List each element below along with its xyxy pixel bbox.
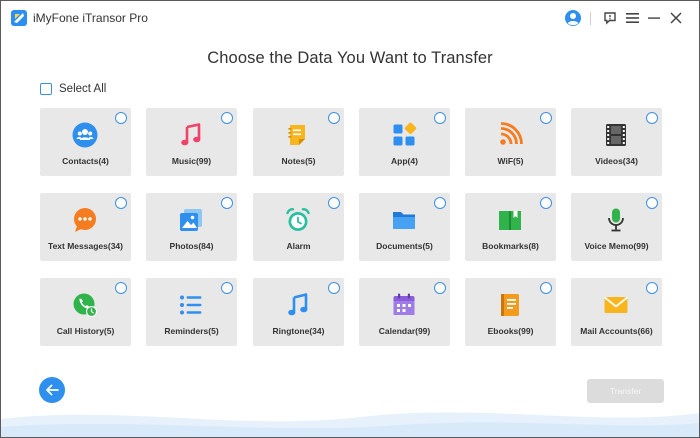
tile-radio[interactable] <box>328 282 340 294</box>
tile-label: Mail Accounts(66) <box>580 326 653 336</box>
tile-radio[interactable] <box>115 282 127 294</box>
menu-icon[interactable] <box>622 8 642 28</box>
tile-label: Ringtone(34) <box>272 326 325 336</box>
back-button[interactable] <box>39 377 65 403</box>
tile-mail-accounts[interactable]: Mail Accounts(66) <box>571 278 662 346</box>
app-logo-icon <box>11 10 27 26</box>
tile-radio[interactable] <box>434 197 446 209</box>
alarm-icon <box>285 207 311 233</box>
tile-notes[interactable]: Notes(5) <box>253 108 344 176</box>
tile-calendar[interactable]: Calendar(99) <box>359 278 450 346</box>
tile-alarm[interactable]: Alarm <box>253 193 344 261</box>
select-all-checkbox[interactable]: Select All <box>40 83 106 95</box>
ebooks-icon <box>497 292 523 318</box>
tile-documents[interactable]: Documents(5) <box>359 193 450 261</box>
tile-label: Text Messages(34) <box>48 241 123 251</box>
tile-radio[interactable] <box>540 282 552 294</box>
ringtone-icon <box>285 292 311 318</box>
photos-icon <box>178 207 204 233</box>
tile-text-messages[interactable]: Text Messages(34) <box>40 193 131 261</box>
voice-memo-icon <box>603 207 629 233</box>
feedback-icon[interactable] <box>600 8 620 28</box>
tile-app[interactable]: App(4) <box>359 108 450 176</box>
page-title: Choose the Data You Want to Transfer <box>207 49 493 67</box>
tile-radio[interactable] <box>115 112 127 124</box>
transfer-button[interactable]: Transfer <box>587 379 664 403</box>
tile-call-history[interactable]: Call History(5) <box>40 278 131 346</box>
tile-label: Notes(5) <box>281 156 316 166</box>
bookmarks-icon <box>497 207 523 233</box>
calendar-icon <box>391 292 417 318</box>
reminders-icon <box>178 292 204 318</box>
select-all-label: Select All <box>59 83 107 95</box>
tile-radio[interactable] <box>540 112 552 124</box>
tile-label: Bookmarks(8) <box>482 241 539 251</box>
music-icon <box>178 122 204 148</box>
tile-radio[interactable] <box>646 197 658 209</box>
tile-label: Music(99) <box>171 156 212 166</box>
tile-label: App(4) <box>391 156 418 166</box>
tile-contacts[interactable]: Contacts(4) <box>40 108 131 176</box>
tile-label: Reminders(5) <box>164 326 219 336</box>
tile-ebooks[interactable]: Ebooks(99) <box>465 278 556 346</box>
tile-photos[interactable]: Photos(84) <box>146 193 237 261</box>
tile-radio[interactable] <box>221 282 233 294</box>
wifi-icon <box>497 122 523 148</box>
tile-voice-memo[interactable]: Voice Memo(99) <box>571 193 662 261</box>
tile-label: Call History(5) <box>56 326 115 336</box>
tile-radio[interactable] <box>221 197 233 209</box>
tile-label: Voice Memo(99) <box>584 241 649 251</box>
app-icon <box>391 122 417 148</box>
contacts-icon <box>72 122 98 148</box>
notes-icon <box>285 122 311 148</box>
arrow-left-icon <box>46 384 59 396</box>
tile-radio[interactable] <box>328 197 340 209</box>
tile-label: Videos(34) <box>595 156 638 166</box>
tile-reminders[interactable]: Reminders(5) <box>146 278 237 346</box>
tile-radio[interactable] <box>328 112 340 124</box>
close-icon[interactable] <box>666 8 686 28</box>
window-title: iMyFone iTransor Pro <box>33 11 148 25</box>
tile-bookmarks[interactable]: Bookmarks(8) <box>465 193 556 261</box>
title-bar-separator <box>590 12 591 25</box>
tile-label: Contacts(4) <box>62 156 109 166</box>
videos-icon <box>603 122 629 148</box>
tile-radio[interactable] <box>646 112 658 124</box>
tile-radio[interactable] <box>434 112 446 124</box>
tile-ringtone[interactable]: Ringtone(34) <box>253 278 344 346</box>
checkbox-box[interactable] <box>40 83 52 95</box>
tile-label: Alarm <box>286 241 311 251</box>
tile-label: Photos(84) <box>169 241 214 251</box>
tile-radio[interactable] <box>434 282 446 294</box>
tile-radio[interactable] <box>646 282 658 294</box>
tile-radio[interactable] <box>221 112 233 124</box>
tile-label: Ebooks(99) <box>487 326 534 336</box>
tile-radio[interactable] <box>540 197 552 209</box>
tile-music[interactable]: Music(99) <box>146 108 237 176</box>
account-icon[interactable] <box>563 8 583 28</box>
tile-label: Calendar(99) <box>378 326 431 336</box>
minimize-icon[interactable] <box>644 8 664 28</box>
tile-label: Documents(5) <box>376 241 433 251</box>
documents-icon <box>391 207 417 233</box>
call-history-icon <box>72 292 98 318</box>
app-window: iMyFone iTransor Pro Choose the Data You… <box>0 0 700 438</box>
mail-accounts-icon <box>603 292 629 318</box>
bottom-wave-decoration <box>1 412 699 437</box>
tile-radio[interactable] <box>115 197 127 209</box>
tile-label: WiF(5) <box>497 156 524 166</box>
tile-wifi[interactable]: WiF(5) <box>465 108 556 176</box>
text-messages-icon <box>72 207 98 233</box>
tile-videos[interactable]: Videos(34) <box>571 108 662 176</box>
title-bar: iMyFone iTransor Pro <box>1 1 699 35</box>
